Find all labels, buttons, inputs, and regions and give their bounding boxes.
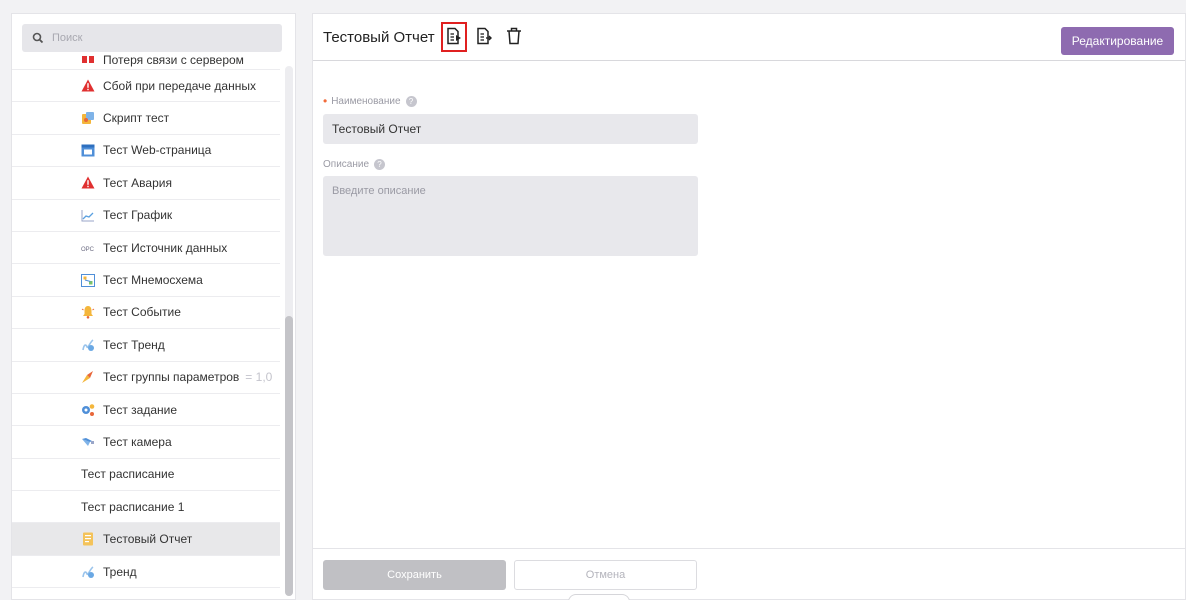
param-group-icon — [81, 370, 95, 384]
chart-icon — [81, 208, 95, 222]
list-item[interactable]: Тест Событие — [12, 297, 280, 330]
search-box[interactable] — [22, 24, 282, 52]
alarm-icon — [81, 79, 95, 93]
page-title: Тестовый Отчет — [323, 28, 435, 46]
event-icon — [81, 305, 95, 320]
help-icon[interactable]: ? — [374, 158, 386, 170]
list-item-label: Тест Мнемосхема — [103, 273, 203, 288]
cancel-button[interactable]: Отмена — [514, 560, 697, 590]
name-field[interactable]: Тестовый Отчет — [323, 114, 698, 144]
list-item-value: = 1,0 — [245, 370, 273, 385]
list-item[interactable]: Тест Мнемосхема — [12, 264, 280, 297]
save-button[interactable]: Сохранить — [323, 560, 506, 590]
list-item-label: Сбой при передаче данных — [103, 78, 256, 93]
list-item[interactable]: Тест задание — [12, 394, 280, 427]
required-marker: • — [323, 94, 328, 108]
list-item-label: Тест Авария — [103, 175, 172, 190]
list-item[interactable]: Тренд — [12, 556, 280, 589]
list-item[interactable]: Тест Тренд — [12, 329, 280, 362]
list-item-label: Тест График — [103, 208, 173, 223]
main-panel: Тестовый Отчет Редактирование • Наименов… — [312, 13, 1186, 600]
collapse-handle[interactable] — [568, 594, 630, 600]
web-page-icon — [81, 143, 95, 157]
list-item[interactable]: Тест группы параметров = 1,0 — [12, 362, 280, 394]
list-item[interactable]: Тест Web-страница — [12, 135, 280, 168]
description-label: Описание — [323, 158, 370, 170]
list-item[interactable]: Сбой при передаче данных — [12, 70, 280, 103]
name-label-row: • Наименование ? — [323, 94, 698, 108]
script-icon — [81, 111, 95, 125]
list-item-selected[interactable]: Тестовый Отчет — [12, 523, 280, 556]
list-item[interactable]: OPC Тест Источник данных — [12, 232, 280, 265]
mnemonic-icon — [81, 273, 95, 287]
list-item-label: Тест Источник данных — [103, 240, 228, 255]
sidebar-scrollbar[interactable] — [285, 66, 293, 596]
list-item-label: Тест Событие — [103, 305, 181, 320]
camera-icon — [81, 435, 95, 449]
alarm-icon — [81, 176, 95, 190]
report-icon — [81, 532, 95, 546]
form-footer: Сохранить Отмена — [313, 548, 1185, 600]
list-item[interactable]: Тест График — [12, 200, 280, 232]
list-item[interactable]: Скрипт тест — [12, 102, 280, 135]
search-icon — [32, 32, 44, 44]
list-item-label: Тест расписание 1 — [81, 499, 185, 514]
list-item-label: Тест камера — [103, 434, 172, 449]
opc-icon: OPC — [81, 241, 95, 255]
export-report-icon — [445, 27, 463, 48]
search-input[interactable] — [52, 32, 252, 44]
trend-icon — [81, 565, 95, 579]
list-item[interactable]: Потеря связи с сервером — [12, 54, 280, 70]
list-item[interactable]: Тест Авария — [12, 167, 280, 200]
list-item[interactable]: Тест расписание 1 — [12, 491, 280, 524]
list-item[interactable]: Тест камера — [12, 426, 280, 459]
description-field[interactable] — [323, 176, 698, 256]
name-label: Наименование — [331, 95, 401, 107]
list-item-label: Тест задание — [103, 402, 178, 417]
trend-icon — [81, 338, 95, 352]
svg-text:OPC: OPC — [81, 247, 95, 252]
list-item-label: Скрипт тест — [103, 111, 170, 126]
list-item-label: Потеря связи с сервером — [103, 54, 244, 67]
scrollbar-thumb[interactable] — [285, 316, 293, 596]
object-list: Потеря связи с сервером Сбой при передач… — [12, 54, 280, 589]
list-item-label: Тест расписание — [81, 467, 175, 482]
import-report-icon — [475, 27, 493, 48]
sidebar: Потеря связи с сервером Сбой при передач… — [11, 13, 296, 600]
list-item-label: Тест группы параметров — [103, 370, 240, 385]
delete-button[interactable] — [503, 24, 525, 50]
help-icon[interactable]: ? — [405, 95, 417, 107]
report-form: • Наименование ? Тестовый Отчет Описание… — [323, 94, 698, 259]
import-report-button[interactable] — [473, 24, 495, 50]
edit-button[interactable]: Редактирование — [1061, 27, 1174, 55]
export-report-button[interactable] — [440, 22, 467, 52]
connection-lost-icon — [81, 54, 95, 67]
list-item-label: Тестовый Отчет — [103, 532, 193, 547]
list-item[interactable]: Тест расписание — [12, 459, 280, 492]
list-item-label: Тест Тренд — [103, 337, 165, 352]
list-item-label: Тест Web-страница — [103, 143, 212, 158]
toolbar: Тестовый Отчет Редактирование — [313, 14, 1185, 61]
list-item-label: Тренд — [103, 564, 137, 579]
delete-icon — [506, 27, 522, 48]
description-label-row: Описание ? — [323, 157, 698, 171]
task-icon — [81, 403, 95, 417]
